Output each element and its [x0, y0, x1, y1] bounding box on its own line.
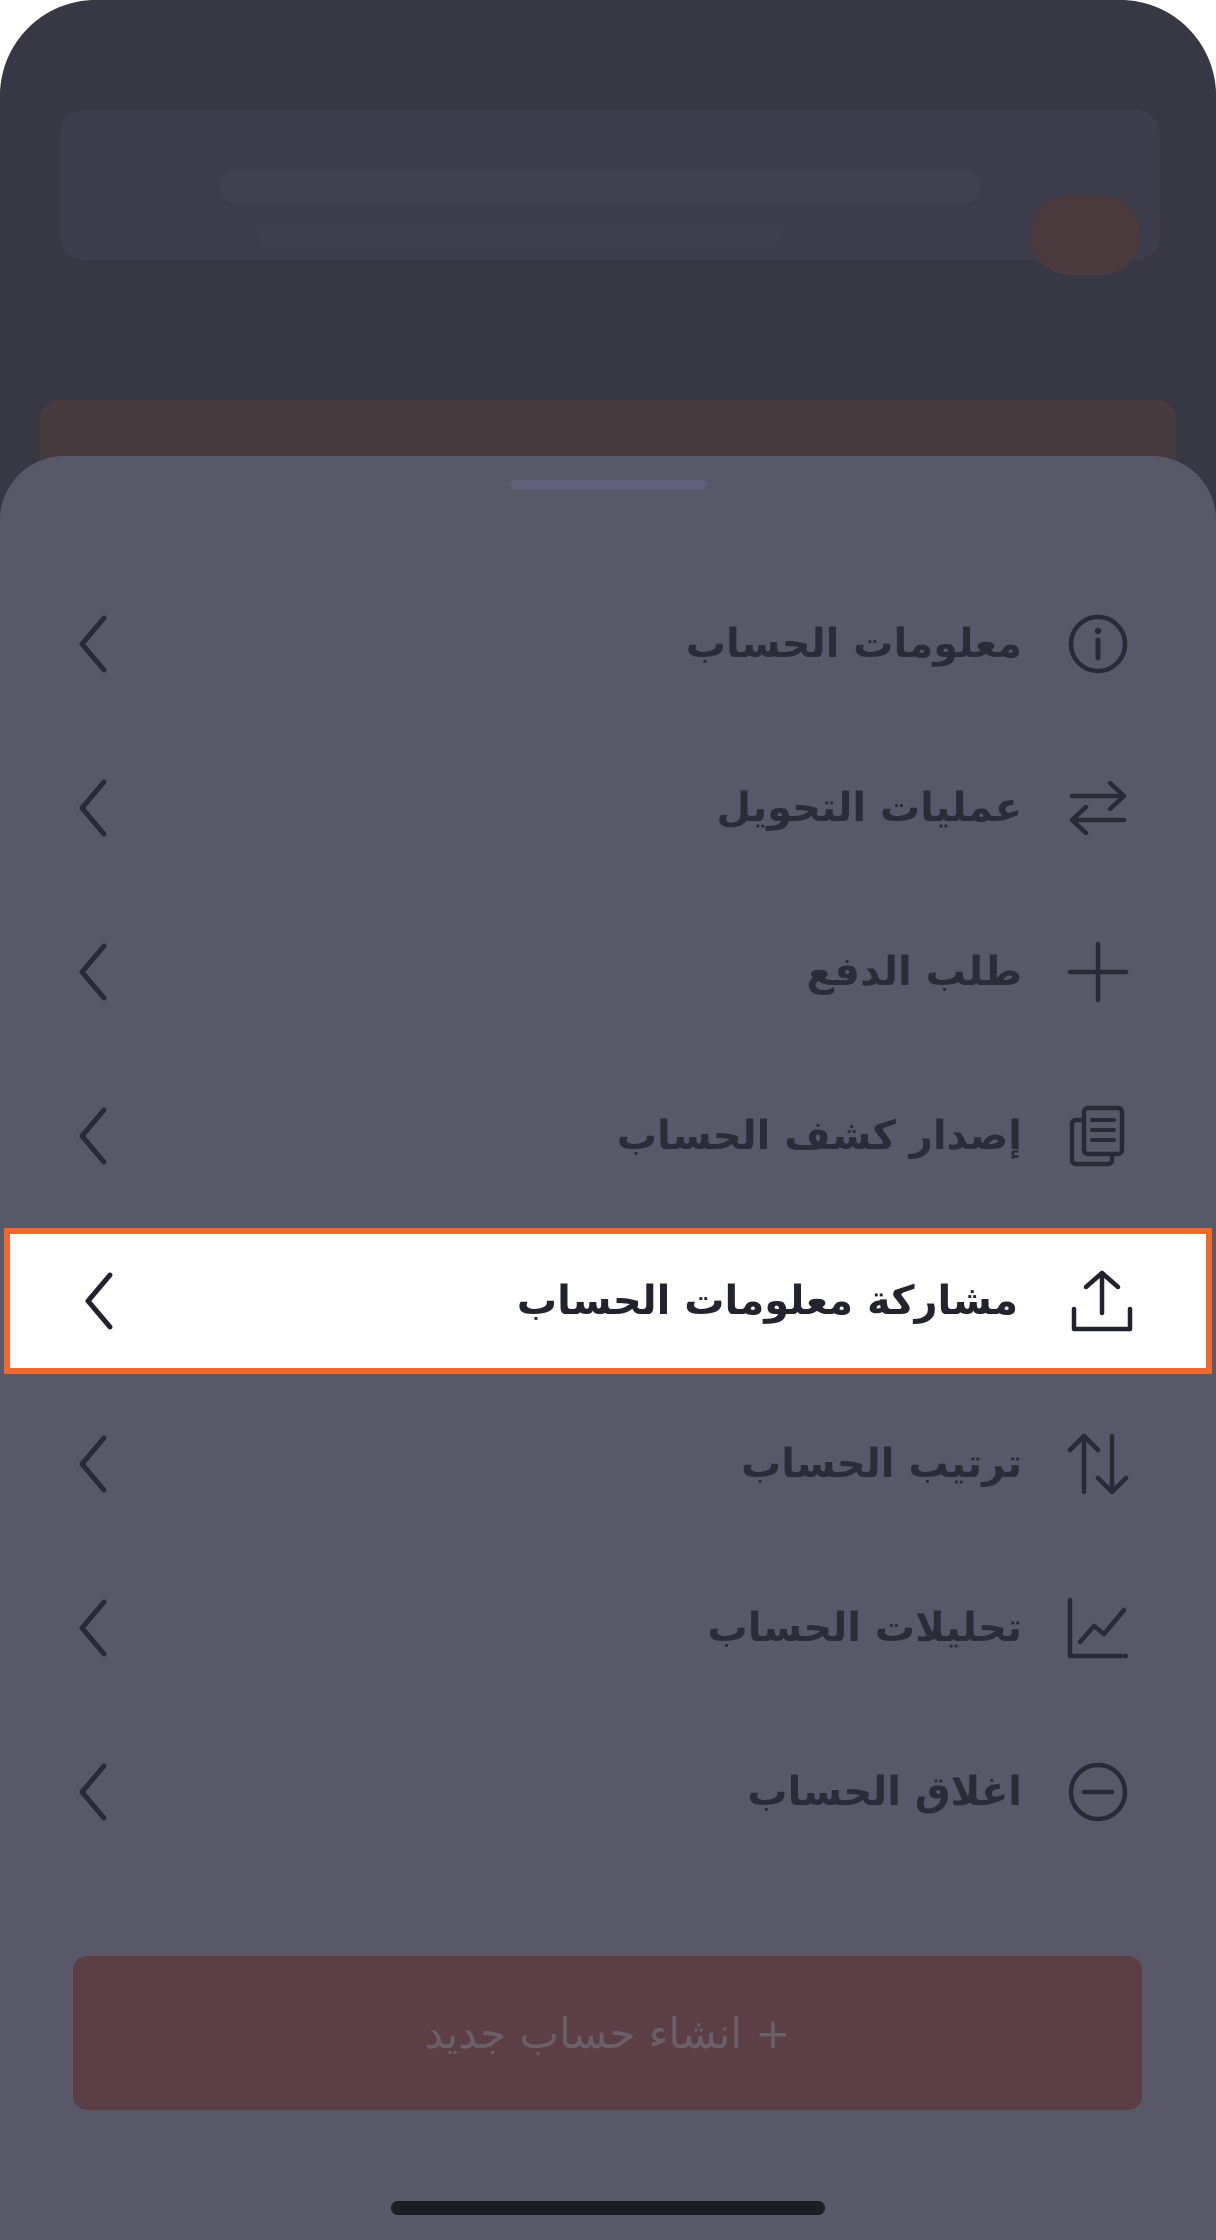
chart-line-icon	[1067, 1597, 1129, 1659]
menu-item-label: مشاركة معلومات الحساب	[516, 1278, 1018, 1324]
plus-icon	[1067, 941, 1129, 1003]
menu-item-transfers[interactable]: عمليات التحويل	[0, 726, 1216, 890]
menu-item-label: إصدار كشف الحساب	[616, 1113, 1022, 1159]
phone-screen: معلومات الحساب عمليات التحويل طلب الدفع …	[0, 0, 1216, 2240]
menu-item-issue-statement[interactable]: إصدار كشف الحساب	[0, 1054, 1216, 1218]
chevron-left-icon	[79, 1435, 107, 1493]
menu-item-label: عمليات التحويل	[716, 785, 1022, 831]
menu-item-label: تحليلات الحساب	[707, 1605, 1022, 1651]
menu-item-account-order[interactable]: ترتيب الحساب	[0, 1382, 1216, 1546]
chevron-left-icon	[79, 615, 107, 673]
menu-item-account-info[interactable]: معلومات الحساب	[0, 562, 1216, 726]
chevron-left-icon	[85, 1272, 113, 1330]
menu-item-payment-request[interactable]: طلب الدفع	[0, 890, 1216, 1054]
sheet-drag-handle[interactable]	[510, 480, 706, 490]
chevron-left-icon	[79, 1107, 107, 1165]
menu-item-label: اغلاق الحساب	[747, 1769, 1022, 1815]
menu-item-label: ترتيب الحساب	[741, 1441, 1022, 1487]
document-copy-icon	[1069, 1105, 1125, 1167]
create-new-account-button[interactable]: + انشاء حساب جديد	[73, 1956, 1142, 2110]
chevron-left-icon	[79, 1763, 107, 1821]
minus-circle-icon	[1068, 1762, 1128, 1822]
chevron-left-icon	[79, 779, 107, 837]
menu-item-share-account-info[interactable]: مشاركة معلومات الحساب	[4, 1228, 1212, 1374]
transfer-arrows-icon	[1069, 780, 1127, 836]
background-header-text	[220, 170, 980, 204]
share-upload-icon	[1071, 1270, 1133, 1332]
info-icon	[1068, 614, 1128, 674]
menu-item-share-wrapper: مشاركة معلومات الحساب	[0, 1218, 1216, 1382]
menu-item-account-analytics[interactable]: تحليلات الحساب	[0, 1546, 1216, 1710]
background-header-subtext	[260, 225, 780, 249]
menu-item-label: طلب الدفع	[806, 949, 1022, 995]
home-indicator[interactable]	[391, 2201, 825, 2215]
chevron-left-icon	[79, 1599, 107, 1657]
menu-item-label: معلومات الحساب	[685, 621, 1022, 667]
background-avatar	[1030, 195, 1140, 275]
menu-item-close-account[interactable]: اغلاق الحساب	[0, 1710, 1216, 1874]
account-actions-menu: معلومات الحساب عمليات التحويل طلب الدفع …	[0, 562, 1216, 1874]
sort-arrows-icon	[1067, 1433, 1129, 1495]
chevron-left-icon	[79, 943, 107, 1001]
